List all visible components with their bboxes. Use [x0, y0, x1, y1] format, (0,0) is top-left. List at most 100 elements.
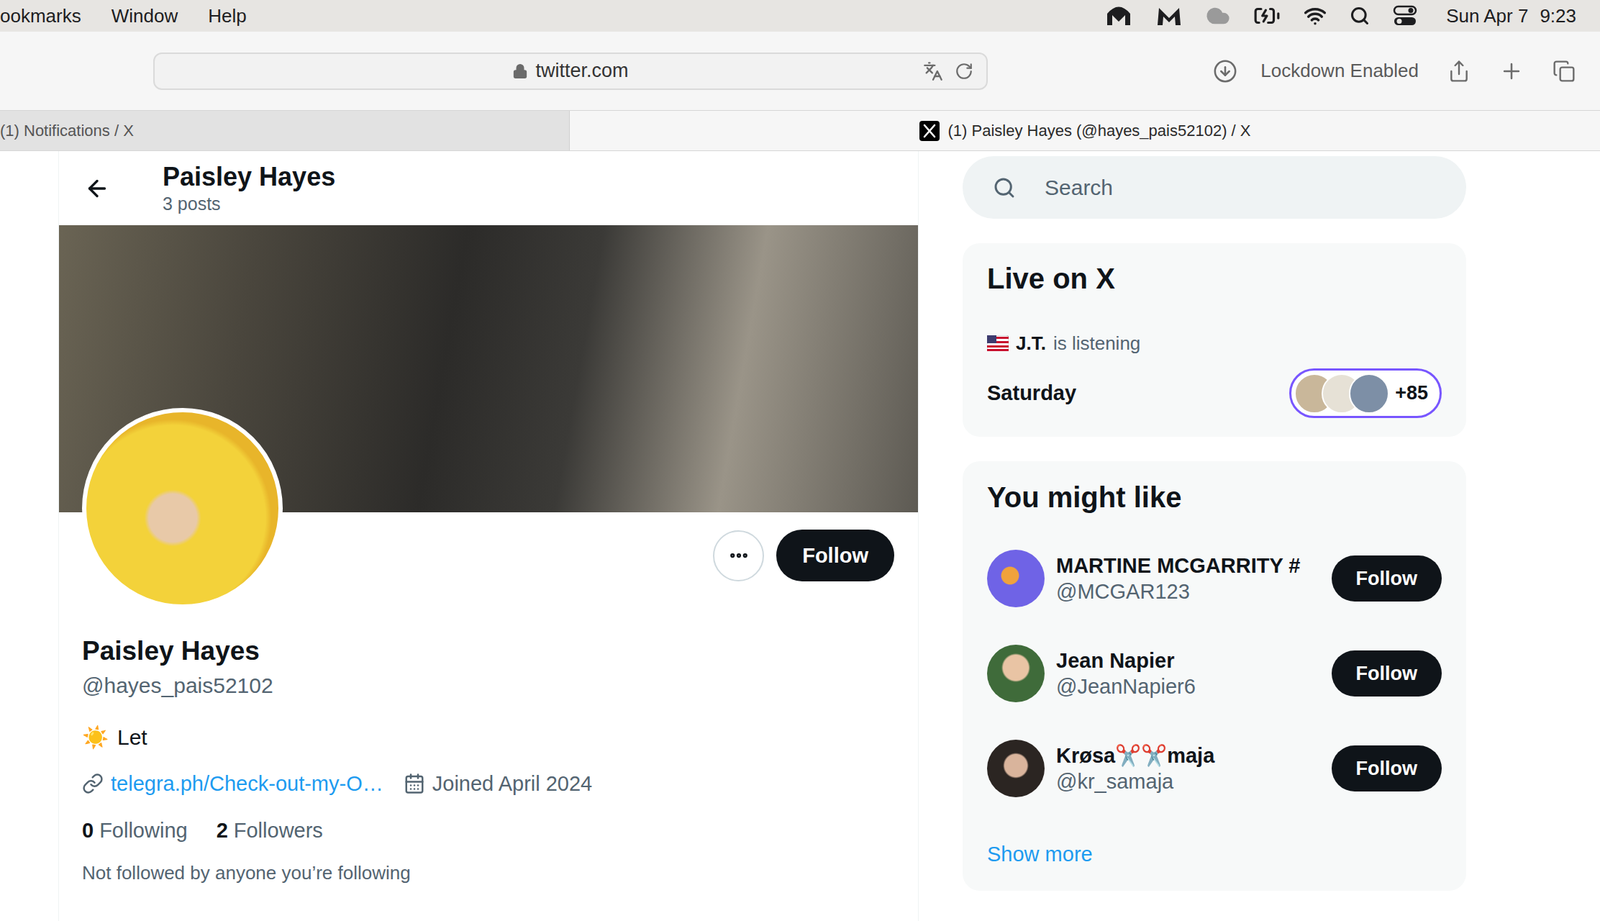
follow-button[interactable]: Follow: [1331, 650, 1442, 697]
x-logo-icon: [919, 120, 940, 142]
profile-avatar[interactable]: [82, 407, 283, 609]
reload-icon[interactable]: [954, 61, 974, 81]
search-placeholder: Search: [1044, 175, 1113, 200]
listener-count: +85: [1394, 382, 1429, 405]
malwarebytes-icon[interactable]: [1105, 4, 1133, 28]
back-arrow-icon[interactable]: [84, 175, 111, 202]
header-name: Paisley Hayes: [162, 161, 336, 193]
address-text: twitter.com: [512, 59, 629, 83]
profile-meta: telegra.ph/Check-out-my-O… Joined April 2…: [82, 769, 895, 798]
lockdown-label[interactable]: Lockdown Enabled: [1260, 59, 1419, 83]
followers-label: Followers: [233, 815, 324, 845]
suggestion-row[interactable]: Jean Napier@JeanNapier6Follow: [987, 625, 1442, 721]
live-activity: is listening: [1053, 330, 1141, 356]
profile-column: Paisley Hayes3 posts Follow Paisley Hayes @…: [58, 151, 919, 921]
address-url: twitter.com: [535, 59, 629, 83]
user-text: MARTINE MCGARRITY #@MCGAR123: [1056, 552, 1321, 605]
following-stat[interactable]: 0Following: [82, 815, 188, 845]
translate-icon[interactable]: [923, 61, 944, 82]
followed-by-note: Not followed by anyone you’re following: [82, 860, 895, 885]
live-space-row[interactable]: Saturday+85: [987, 368, 1442, 418]
follow-button[interactable]: Follow: [1331, 555, 1442, 602]
tab-title: (1) Paisley Hayes (@hayes_pais52102) / X: [948, 121, 1252, 141]
user-avatar[interactable]: [987, 739, 1045, 798]
header-titles: Paisley Hayes3 posts: [162, 161, 336, 216]
user-text: Jean Napier@JeanNapier6: [1056, 647, 1321, 700]
follow-button[interactable]: Follow: [776, 529, 895, 582]
live-host[interactable]: J.T.: [1015, 330, 1047, 356]
live-host-row: J.T.is listening: [987, 330, 1442, 356]
profile-bio: ☀️ Let: [82, 723, 895, 752]
new-tab-icon[interactable]: [1499, 58, 1524, 84]
sun-emoji: ☀️: [82, 723, 109, 752]
control-center-icon[interactable]: [1392, 5, 1418, 27]
following-label: Following: [99, 815, 188, 845]
link-icon: [82, 772, 104, 795]
menu-item[interactable]: Help: [207, 4, 247, 28]
user-name: Krøsa✂️✂️maja: [1056, 742, 1321, 769]
listeners-pill[interactable]: +85: [1289, 368, 1442, 418]
user-handle: @JeanNapier6: [1056, 673, 1321, 700]
user-name: Jean Napier: [1056, 647, 1321, 674]
listener-avatar: [1348, 373, 1390, 414]
wifi-icon[interactable]: [1303, 4, 1327, 28]
menu-items: ookmarks Window Help: [0, 4, 247, 28]
browser-tab[interactable]: (1) Notifications / X: [0, 110, 570, 151]
suggestion-row[interactable]: Krøsa✂️✂️maja@kr_samajaFollow: [987, 720, 1442, 816]
spotlight-icon[interactable]: [1349, 5, 1370, 26]
address-bar[interactable]: twitter.com: [153, 52, 988, 90]
flag-icon: [987, 335, 1009, 352]
menu-bar: ookmarks Window Help Sun Apr 7 9:23: [0, 0, 1600, 32]
user-handle: @kr_samaja: [1056, 768, 1321, 795]
listener-avatars: [1294, 373, 1390, 414]
search-box[interactable]: Search: [962, 156, 1467, 219]
search-icon: [992, 176, 1016, 200]
cloud-icon[interactable]: [1205, 3, 1231, 29]
more-button[interactable]: [712, 530, 765, 582]
followers-stat[interactable]: 2Followers: [216, 815, 324, 845]
suggestions-title: You might like: [987, 479, 1442, 515]
suggestion-row[interactable]: MARTINE MCGARRITY #@MCGAR123Follow: [987, 530, 1442, 626]
profile-body: Follow Paisley Hayes @hayes_pais52102 ☀️ Let…: [58, 512, 918, 885]
download-icon[interactable]: [1212, 58, 1238, 84]
user-handle: @MCGAR123: [1056, 578, 1321, 605]
follow-button[interactable]: Follow: [1331, 745, 1442, 792]
tab-title: (1) Notifications / X: [0, 121, 134, 141]
status-area: Sun Apr 7 9:23: [1105, 2, 1577, 30]
clock-time: 9:23: [1539, 5, 1577, 28]
link-text: telegra.ph/Check-out-my-O…: [110, 769, 384, 798]
profile-name: Paisley Hayes: [82, 635, 895, 667]
clock-date: Sun Apr 7: [1446, 5, 1529, 28]
user-avatar[interactable]: [987, 644, 1045, 703]
menu-clock[interactable]: Sun Apr 7 9:23: [1446, 5, 1577, 28]
toolbar-actions: Lockdown Enabled: [1212, 58, 1600, 84]
profile-handle: @hayes_pais52102: [82, 672, 895, 699]
sidebar: Search Live on X J.T.is listening Saturday+…: [962, 151, 1467, 921]
menu-app-icon[interactable]: [1155, 4, 1183, 28]
live-card: Live on X J.T.is listening Saturday+85: [962, 243, 1467, 437]
address-tools: [923, 61, 974, 82]
page: Paisley Hayes3 posts Follow Paisley Hayes @…: [0, 151, 1600, 921]
browser-tab[interactable]: (1) Paisley Hayes (@hayes_pais52102) / X: [569, 110, 1600, 151]
followers-count: 2: [216, 815, 229, 845]
show-more-link[interactable]: Show more: [987, 839, 1442, 869]
user-text: Krøsa✂️✂️maja@kr_samaja: [1056, 742, 1321, 795]
follow-stats: 0Following 2Followers: [82, 815, 895, 845]
user-avatar[interactable]: [987, 549, 1045, 608]
share-icon[interactable]: [1447, 59, 1471, 83]
following-count: 0: [82, 815, 94, 845]
calendar-icon: [403, 772, 426, 795]
menu-item[interactable]: ookmarks: [0, 4, 82, 28]
tab-overview-icon[interactable]: [1552, 59, 1576, 83]
menu-item[interactable]: Window: [111, 4, 178, 28]
suggestion-list: MARTINE MCGARRITY #@MCGAR123FollowJean N…: [987, 530, 1442, 816]
more-icon: [728, 544, 750, 567]
joined-date: Joined April 2024: [403, 769, 593, 798]
bio-text: Let: [117, 723, 148, 752]
live-title: Live on X: [987, 261, 1442, 296]
tab-bar: (1) Notifications / X (1) Paisley Hayes (…: [0, 110, 1600, 152]
profile-link[interactable]: telegra.ph/Check-out-my-O…: [82, 769, 384, 798]
battery-icon[interactable]: [1253, 2, 1281, 30]
lock-icon: [512, 63, 529, 80]
suggestions-card: You might like MARTINE MCGARRITY #@MCGAR1…: [962, 461, 1467, 891]
